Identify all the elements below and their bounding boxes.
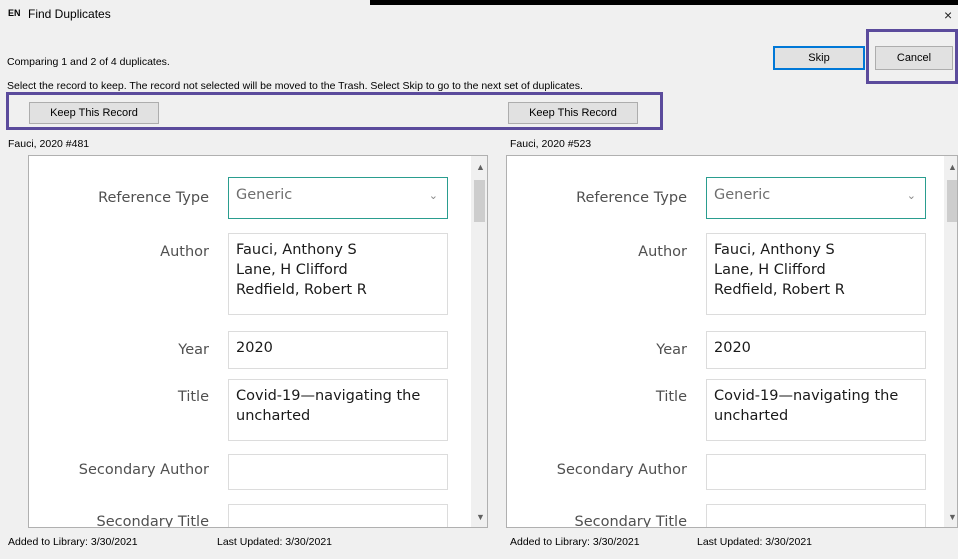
left-author-field[interactable]: Fauci, Anthony S Lane, H Clifford Redfie… xyxy=(228,233,448,315)
screen-edge-band xyxy=(370,0,958,5)
author-line: Lane, H Clifford xyxy=(236,262,348,278)
right-secondary-title-field[interactable] xyxy=(706,504,926,527)
right-record-id: Fauci, 2020 #523 xyxy=(510,138,592,150)
skip-button[interactable]: Skip xyxy=(773,46,865,70)
left-reference-type-value: Generic xyxy=(236,187,293,203)
right-secondary-title-label: Secondary Title xyxy=(574,514,687,528)
comparing-status: Comparing 1 and 2 of 4 duplicates. xyxy=(7,56,170,68)
left-record-panel[interactable]: Reference Type Generic ⌄ Author Fauci, A… xyxy=(28,155,488,528)
left-scroll-thumb[interactable] xyxy=(474,180,485,222)
title-line: uncharted xyxy=(714,408,789,424)
cancel-button[interactable]: Cancel xyxy=(875,46,953,70)
author-line: Redfield, Robert R xyxy=(236,282,367,298)
right-year-value: 2020 xyxy=(714,340,751,356)
left-title-label: Title xyxy=(177,389,209,405)
right-reference-type-label: Reference Type xyxy=(576,190,687,206)
arrow-up-icon[interactable]: ▲ xyxy=(476,162,485,172)
author-line: Fauci, Anthony S xyxy=(714,242,835,258)
right-record-panel[interactable]: Reference Type Generic ⌄ Author Fauci, A… xyxy=(506,155,958,528)
left-title-field[interactable]: Covid-19—navigating the uncharted xyxy=(228,379,448,441)
arrow-up-icon[interactable]: ▲ xyxy=(948,162,957,172)
left-year-value: 2020 xyxy=(236,340,273,356)
close-icon[interactable]: × xyxy=(944,7,952,23)
left-record-id: Fauci, 2020 #481 xyxy=(8,138,90,150)
instructions-text: Select the record to keep. The record no… xyxy=(7,80,583,92)
right-reference-type-select[interactable]: Generic ⌄ xyxy=(706,177,926,219)
title-line: Covid-19—navigating the xyxy=(714,388,899,404)
left-secondary-title-field[interactable] xyxy=(228,504,448,527)
left-secondary-author-field[interactable] xyxy=(228,454,448,490)
right-scrollbar[interactable]: ▲ ▼ xyxy=(944,156,957,527)
right-secondary-author-label: Secondary Author xyxy=(556,462,687,478)
left-reference-type-label: Reference Type xyxy=(98,190,209,206)
right-updated-date: Last Updated: 3/30/2021 xyxy=(697,536,813,548)
left-reference-type-select[interactable]: Generic ⌄ xyxy=(228,177,448,219)
keep-right-button[interactable]: Keep This Record xyxy=(508,102,638,124)
title-bar xyxy=(0,0,958,35)
arrow-down-icon[interactable]: ▼ xyxy=(476,512,485,522)
right-reference-type-value: Generic xyxy=(714,187,771,203)
arrow-down-icon[interactable]: ▼ xyxy=(948,512,957,522)
author-line: Redfield, Robert R xyxy=(714,282,845,298)
left-secondary-title-label: Secondary Title xyxy=(96,514,209,528)
title-line: Covid-19—navigating the xyxy=(236,388,421,404)
left-scrollbar[interactable]: ▲ ▼ xyxy=(471,156,487,527)
left-year-field[interactable]: 2020 xyxy=(228,331,448,369)
left-added-date: Added to Library: 3/30/2021 xyxy=(8,536,138,548)
author-line: Fauci, Anthony S xyxy=(236,242,357,258)
right-author-field[interactable]: Fauci, Anthony S Lane, H Clifford Redfie… xyxy=(706,233,926,315)
left-updated-date: Last Updated: 3/30/2021 xyxy=(217,536,333,548)
left-year-label: Year xyxy=(178,342,209,358)
title-line: uncharted xyxy=(236,408,311,424)
right-title-field[interactable]: Covid-19—navigating the uncharted xyxy=(706,379,926,441)
right-secondary-author-field[interactable] xyxy=(706,454,926,490)
chevron-down-icon: ⌄ xyxy=(906,189,916,202)
left-author-label: Author xyxy=(160,244,209,260)
right-title-label: Title xyxy=(655,389,687,405)
window-title: Find Duplicates xyxy=(28,7,111,21)
right-year-field[interactable]: 2020 xyxy=(706,331,926,369)
right-year-label: Year xyxy=(656,342,687,358)
keep-left-button[interactable]: Keep This Record xyxy=(29,102,159,124)
right-scroll-thumb[interactable] xyxy=(947,180,957,222)
right-author-label: Author xyxy=(638,244,687,260)
right-added-date: Added to Library: 3/30/2021 xyxy=(510,536,640,548)
left-secondary-author-label: Secondary Author xyxy=(78,462,209,478)
chevron-down-icon: ⌄ xyxy=(428,189,438,202)
author-line: Lane, H Clifford xyxy=(714,262,826,278)
app-badge: EN xyxy=(8,8,21,18)
